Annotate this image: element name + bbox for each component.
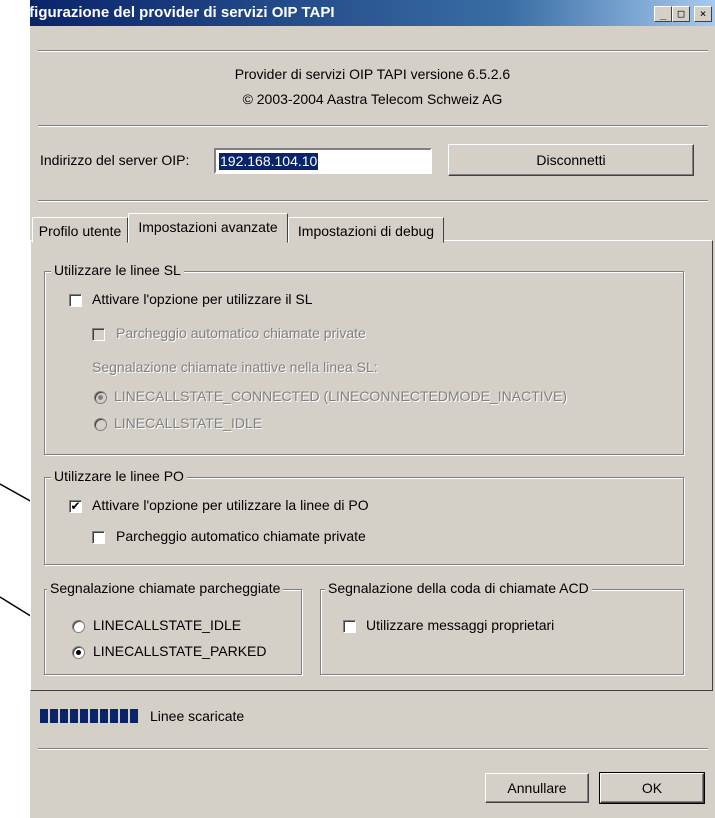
po-park-label: Parcheggio automatico chiamate private — [116, 528, 366, 544]
sl-radio-connected-label: LINECALLSTATE_CONNECTED (LINECONNECTEDMO… — [114, 388, 567, 404]
server-address-value: 192.168.104.10 — [219, 153, 319, 170]
dialog-window: Configurazione del provider di servizi O… — [0, 0, 715, 818]
radio-dot — [76, 650, 81, 655]
progress-block — [80, 709, 88, 723]
acd-proprietary-checkbox[interactable] — [343, 620, 356, 633]
parked-group-title: Segnalazione chiamate parcheggiate — [47, 580, 284, 596]
minimize-icon[interactable]: _ — [654, 6, 672, 22]
tab-debug-settings[interactable]: Impostazioni di debug — [288, 217, 444, 243]
parked-radio-parked[interactable] — [72, 646, 85, 659]
acd-proprietary-label: Utilizzare messaggi proprietari — [366, 617, 555, 633]
window-title: Configurazione del provider di servizi O… — [0, 4, 335, 21]
disconnect-button[interactable]: Disconnetti — [448, 144, 694, 176]
progress-block — [40, 709, 48, 723]
tab-advanced-settings[interactable]: Impostazioni avanzate — [128, 213, 288, 243]
acd-group-title: Segnalazione della coda di chiamate ACD — [325, 580, 592, 596]
sl-signal-label: Segnalazione chiamate inattive nella lin… — [92, 359, 378, 375]
tab-label: Impostazioni di debug — [297, 223, 435, 239]
sl-park-label: Parcheggio automatico chiamate private — [116, 325, 366, 341]
sl-enable-label: Attivare l'opzione per utilizzare il SL — [92, 291, 313, 307]
version-text: Provider di servizi OIP TAPI versione 6.… — [234, 66, 511, 82]
ok-button[interactable]: OK — [599, 772, 705, 804]
progress-block — [70, 709, 78, 723]
close-icon[interactable]: × — [694, 6, 712, 22]
progress-block — [90, 709, 98, 723]
separator-top — [38, 50, 708, 52]
progress-block — [120, 709, 128, 723]
parked-radio-parked-label: LINECALLSTATE_PARKED — [93, 643, 267, 659]
disconnect-button-label: Disconnetti — [536, 152, 606, 168]
progress-block — [130, 709, 138, 723]
sl-radio-idle[interactable] — [94, 418, 107, 431]
ok-button-label: OK — [641, 780, 663, 796]
tab-label: Impostazioni avanzate — [138, 219, 278, 235]
po-park-checkbox[interactable] — [92, 531, 105, 544]
separator-server — [38, 200, 708, 202]
progress-label: Linee scaricate — [150, 708, 245, 724]
copyright-text: © 2003-2004 Aastra Telecom Schweiz AG — [242, 91, 503, 107]
separator-header — [38, 125, 708, 127]
sl-radio-idle-label: LINECALLSTATE_IDLE — [114, 415, 263, 431]
progress-block — [60, 709, 68, 723]
download-progress-bar — [40, 709, 138, 723]
po-group-title: Utilizzare le linee PO — [51, 468, 187, 484]
separator-footer — [38, 748, 708, 750]
sl-radio-connected[interactable] — [94, 391, 107, 404]
title-bar[interactable]: Configurazione del provider di servizi O… — [0, 0, 715, 26]
po-enable-label: Attivare l'opzione per utilizzare la lin… — [92, 497, 369, 513]
parked-radio-idle[interactable] — [72, 620, 85, 633]
maximize-icon[interactable]: □ — [672, 6, 690, 22]
server-address-label: Indirizzo del server OIP: — [40, 152, 190, 168]
progress-block — [100, 709, 108, 723]
progress-block — [110, 709, 118, 723]
tab-label: Profilo utente — [38, 223, 122, 239]
po-enable-checkbox[interactable]: ✔ — [69, 500, 82, 513]
cancel-button-label: Annullare — [507, 780, 567, 796]
progress-block — [50, 709, 58, 723]
sl-group-title: Utilizzare le linee SL — [51, 262, 184, 278]
sl-park-checkbox[interactable] — [92, 328, 105, 341]
sl-enable-checkbox[interactable] — [69, 294, 82, 307]
radio-dot — [98, 395, 103, 400]
server-address-input[interactable]: 192.168.104.10 — [214, 148, 432, 174]
parked-radio-idle-label: LINECALLSTATE_IDLE — [93, 617, 242, 633]
po-lines-group: Utilizzare le linee PO — [44, 468, 684, 565]
cancel-button[interactable]: Annullare — [485, 773, 589, 803]
tab-user-profile[interactable]: Profilo utente — [32, 217, 128, 243]
